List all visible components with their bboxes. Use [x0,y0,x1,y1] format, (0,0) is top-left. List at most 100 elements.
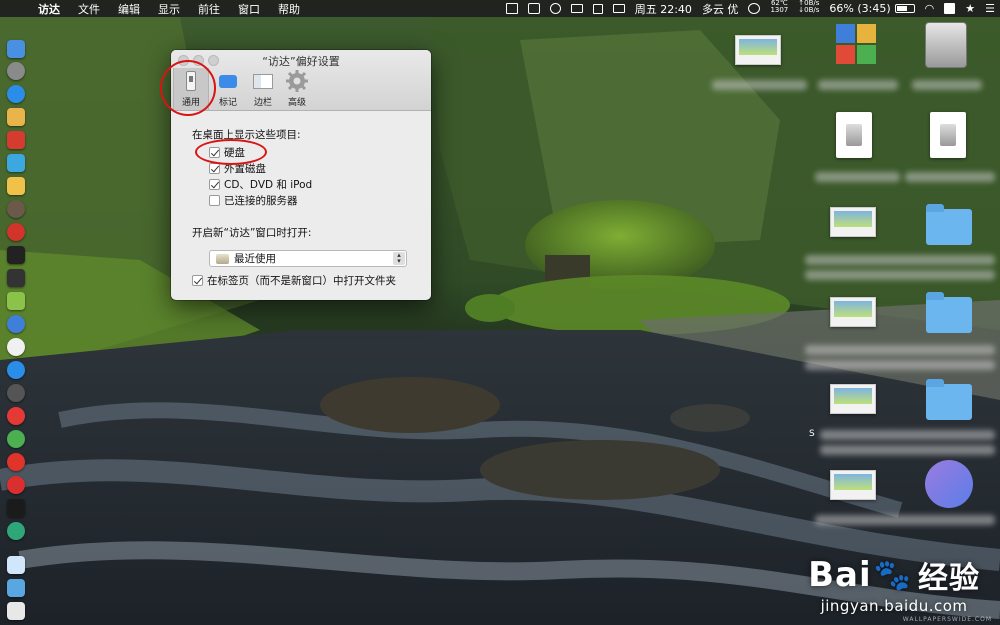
desktop-file-label [805,345,995,355]
new-window-heading: 开启新“访达”窗口时打开: [192,227,312,239]
migration-dock-icon[interactable] [7,154,25,172]
menu-help[interactable]: 帮助 [269,0,309,17]
photo-dock-icon[interactable] [7,200,25,218]
time-machine-dock-icon[interactable] [7,384,25,402]
annotation-circle-hard-disks [195,139,267,165]
servers-checkbox[interactable] [209,195,220,206]
wifi-icon[interactable]: ◠ [920,0,940,17]
desktop-app-label [818,80,898,90]
watermark-url: jingyan.baidu.com [820,597,968,615]
new-window-target-select[interactable]: 最近使用 ▴ ▾ [209,250,407,267]
desktop-doc-label [905,172,995,182]
image-thumbnail-icon [830,384,876,414]
reading-dock-icon[interactable] [7,131,25,149]
new-window-target-value: 最近使用 [234,253,276,265]
checkbox-row-servers[interactable]: 已连接的服务器 [209,193,298,208]
sync-dock-icon[interactable] [7,522,25,540]
appstore-dock-icon[interactable] [7,361,25,379]
external-disks-checkbox[interactable] [209,163,220,174]
menu-file[interactable]: 文件 [69,0,109,17]
bag-status-icon[interactable] [523,0,545,17]
siri-dock-icon[interactable] [7,315,25,333]
document-icon [836,112,872,158]
battery-text: 66% (3:45) [829,2,891,15]
safari-dock-icon[interactable] [7,85,25,103]
desktop-file-label [805,270,995,280]
battery-icon [894,4,915,13]
desktop-file-label [805,255,995,265]
menu-app-name[interactable]: 访达 [34,0,69,17]
launchpad-dock-icon[interactable] [7,62,25,80]
folder-dock-icon[interactable] [7,556,25,574]
grid-status-icon[interactable] [588,0,608,17]
weibo-dock-icon[interactable] [7,453,25,471]
music-dock-icon[interactable] [7,338,25,356]
image-thumbnail-icon [830,470,876,500]
desktop-file-label [820,430,995,440]
wallpaper-credit: WALLPAPERSWIDE.COM [902,616,992,623]
terminal-dock-icon[interactable] [7,246,25,264]
hard-disk-label [912,80,982,90]
chrome-dock-icon[interactable] [7,430,25,448]
gear-icon [286,70,308,92]
menu-edit[interactable]: 编辑 [109,0,149,17]
display-status-icon[interactable] [566,0,588,17]
window-title: “访达”偏好设置 [262,55,340,68]
maps-dock-icon[interactable] [7,292,25,310]
evernote-status-icon[interactable] [545,0,566,17]
clock-text[interactable]: 周五 22:40 [630,0,697,17]
tab-tags-label: 标记 [218,98,237,108]
contacts-dock-icon[interactable] [7,108,25,126]
control-menu-icon[interactable]: ☰ [980,0,1000,17]
hexagon-app-icon [925,460,973,508]
document-icon [930,112,966,158]
downloads-dock-icon[interactable] [7,579,25,597]
battery-status[interactable]: 66% (3:45) [824,0,919,17]
desktop-file-label [815,515,995,525]
image-thumbnail-icon [830,207,876,237]
app-red-dock-icon[interactable] [7,223,25,241]
checkbox-row-open-in-tabs[interactable]: 在标签页（而不是新窗口）中打开文件夹 [192,273,396,288]
screen-status-icon[interactable] [608,0,630,17]
menu-view[interactable]: 显示 [149,0,189,17]
star-icon[interactable]: ★ [960,0,980,17]
checkbox-row-cd-dvd[interactable]: CD、DVD 和 iPod [209,177,312,192]
colorful-app-icon [836,24,876,70]
wechat-status-icon[interactable] [743,0,765,17]
desktop-file-label [805,360,995,370]
tab-advanced-label: 高级 [287,98,306,108]
weather-text[interactable]: 多云 优 [697,0,744,17]
tab-sidebar-label: 边栏 [253,98,272,108]
menu-go[interactable]: 前往 [189,0,229,17]
finder-dock-icon[interactable] [7,40,25,58]
dock [0,30,32,620]
baidu-jingyan-watermark: Bai 🐾 经验 jingyan.baidu.com [808,553,980,615]
watermark-brand-left: Bai [808,555,872,595]
console-dock-icon[interactable] [7,269,25,287]
network-speed-readout[interactable]: ↑0B/s ↓0B/s [793,0,824,17]
iterm-dock-icon[interactable] [7,499,25,517]
desktop-doc-label [815,172,900,182]
hard-disk-icon [925,22,967,68]
open-in-tabs-checkbox[interactable] [192,275,203,286]
notes-dock-icon[interactable] [7,177,25,195]
folder-icon [926,292,972,333]
baidu-paw-icon: 🐾 [873,557,912,593]
cd-dvd-checkbox[interactable] [209,179,220,190]
temperature-bottom: 1307 [770,6,789,14]
menu-window[interactable]: 窗口 [229,0,269,17]
tags-icon [217,70,239,92]
yandex-dock-icon[interactable] [7,407,25,425]
servers-label: 已连接的服务器 [224,195,298,207]
preferences-content: 在桌面上显示这些项目: 硬盘 外置磁盘 CD、DVD 和 iPod 已连接的服务… [171,111,431,300]
recents-icon [216,253,229,264]
desktop-overlay-letter: S [809,429,815,439]
finder-status-icon[interactable] [501,0,523,17]
tab-advanced[interactable]: 高级 [279,68,315,110]
trash-dock-icon[interactable] [7,602,25,620]
vivaldi-dock-icon[interactable] [7,476,25,494]
tab-sidebar[interactable]: 边栏 [245,68,281,110]
desktop-file-label [712,80,807,90]
input-method-icon[interactable] [939,0,960,17]
temperature-readout[interactable]: 62℃ 1307 [765,0,793,17]
